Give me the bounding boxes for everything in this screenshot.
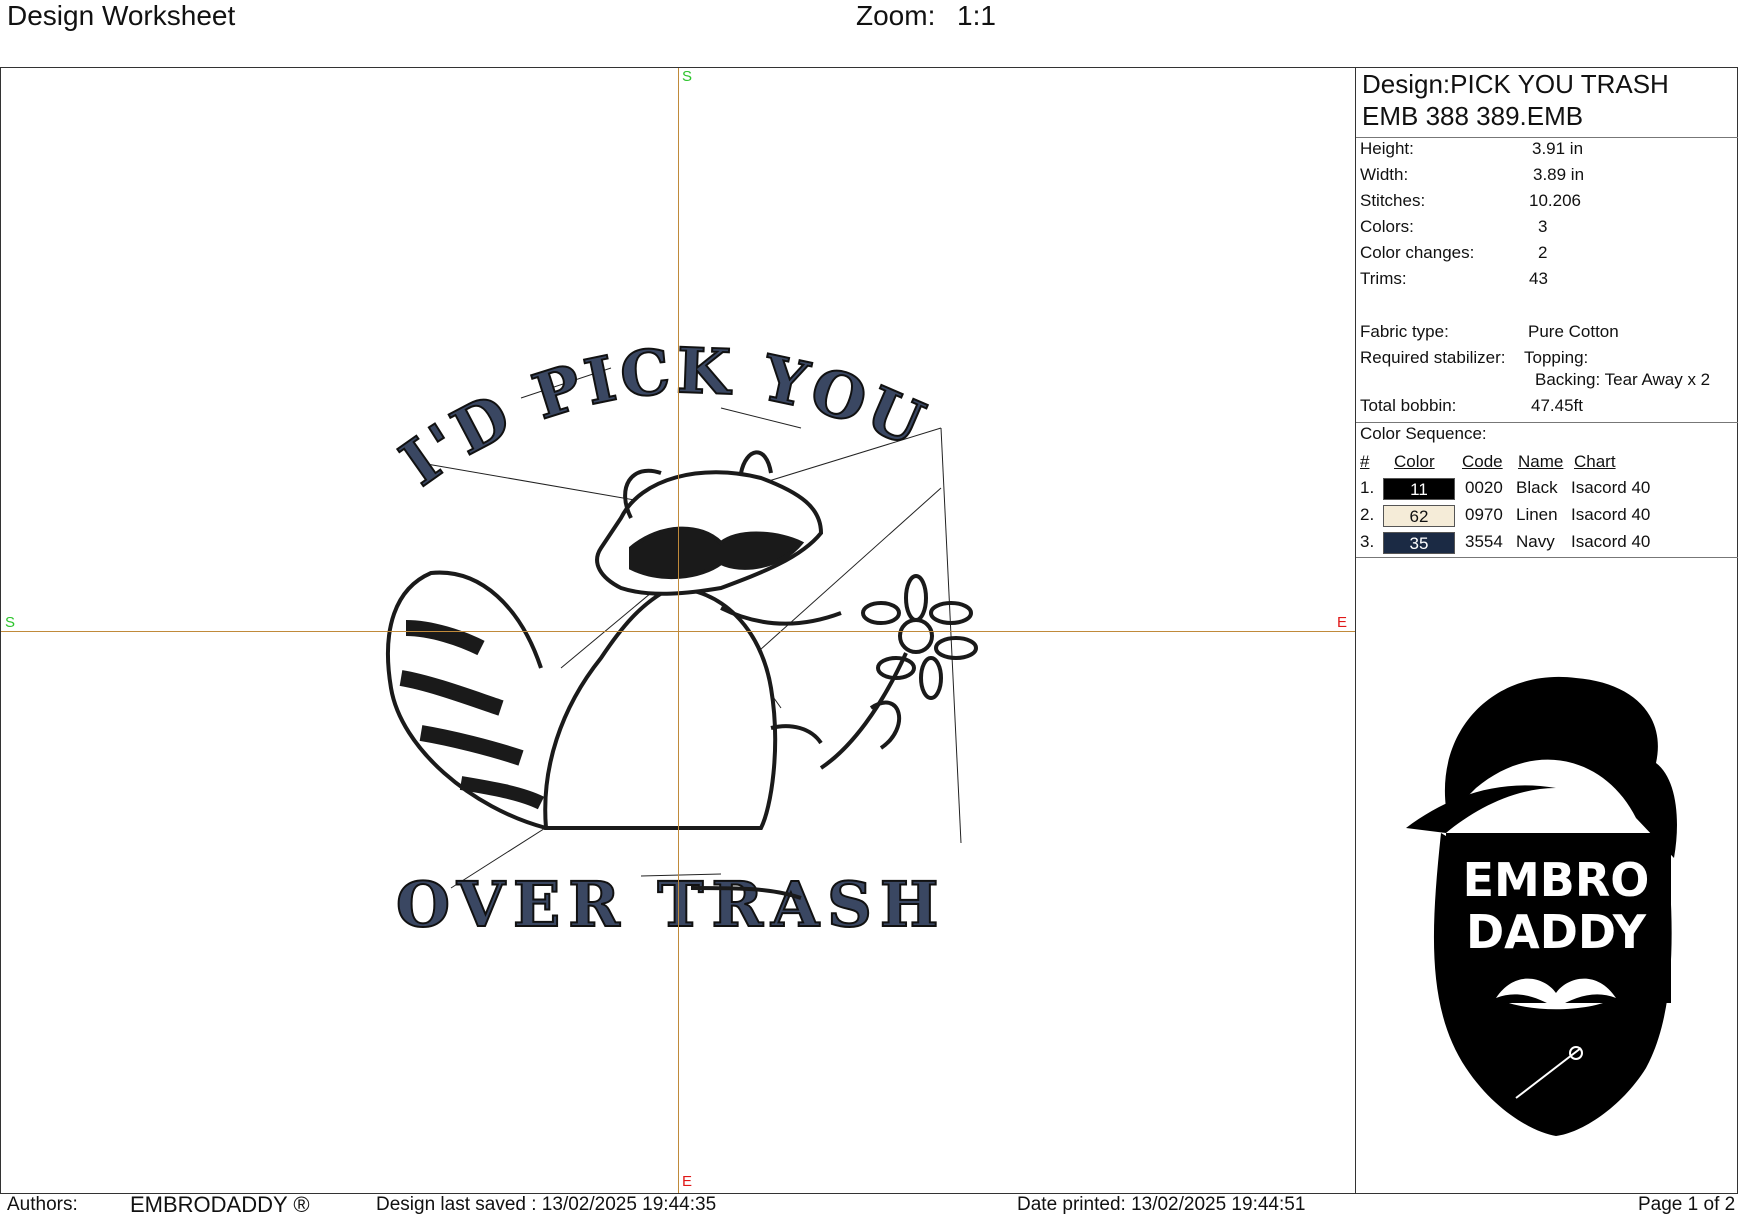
stabilizer-label: Required stabilizer: — [1360, 348, 1506, 367]
color-swatch-linen[interactable]: 62 — [1383, 505, 1455, 527]
color-sequence-title: Color Sequence: — [1360, 424, 1487, 443]
sequence-code: 0020 — [1465, 478, 1503, 497]
raccoon-illustration — [386, 450, 978, 900]
design-info-panel: Design:PICK YOU TRASH EMB 388 389.EMB He… — [1356, 68, 1738, 1193]
spec-value-height: 3.91 in — [1532, 139, 1584, 158]
design-text-top: I'D PICK YOU — [388, 334, 938, 500]
spec-label: Width: — [1360, 165, 1409, 184]
axis-left-marker: S — [5, 614, 16, 631]
fabric-label: Fabric type: — [1360, 322, 1449, 341]
vertical-axis — [678, 68, 679, 1193]
sequence-code: 3554 — [1465, 532, 1503, 551]
logo-text-line2: DADDY — [1466, 905, 1647, 959]
embroidery-design-preview: I'D PICK YOU OVER TRASH — [1, 68, 1355, 1193]
logo-text-line1: EMBRO — [1463, 853, 1650, 907]
worksheet-title: Design Worksheet — [7, 0, 236, 31]
sequence-name: Black — [1516, 478, 1558, 497]
design-canvas[interactable]: I'D PICK YOU OVER TRASH S S E E — [1, 68, 1356, 1193]
embrodaddy-logo: EMBRO DADDY — [1406, 676, 1677, 1136]
sequence-chart: Isacord 40 — [1571, 505, 1651, 524]
stabilizer-topping: Topping: — [1524, 348, 1589, 367]
stabilizer-backing: Backing: Tear Away x 2 — [1535, 370, 1711, 389]
axis-bottom-marker: E — [682, 1173, 693, 1190]
sequence-chart: Isacord 40 — [1571, 532, 1651, 551]
horizontal-axis — [1, 631, 1355, 632]
color-swatch-black[interactable]: 11 — [1383, 478, 1455, 500]
sequence-chart: Isacord 40 — [1571, 478, 1651, 497]
design-text-bottom: OVER TRASH — [396, 868, 947, 941]
sequence-code: 0970 — [1465, 505, 1503, 524]
panel-divider — [1356, 422, 1738, 423]
bobbin-label: Total bobbin: — [1360, 396, 1457, 415]
spec-label: Trims: — [1360, 269, 1407, 288]
spec-value-trims: 43 — [1529, 269, 1548, 288]
date-printed: Date printed: 13/02/2025 19:44:51 — [1017, 1194, 1306, 1215]
color-swatch-navy[interactable]: 35 — [1383, 532, 1455, 554]
authors-value: EMBRODADDY ® — [130, 1192, 310, 1217]
sequence-header-color: Color — [1394, 452, 1435, 471]
design-file-name: EMB 388 389.EMB — [1362, 101, 1584, 131]
sequence-num: 2. — [1360, 505, 1375, 524]
spec-label: Height: — [1360, 139, 1414, 158]
sequence-header-name: Name — [1518, 452, 1564, 471]
sequence-num: 1. — [1360, 478, 1375, 497]
sequence-name: Linen — [1516, 505, 1558, 524]
sequence-header-code: Code — [1462, 452, 1503, 471]
sequence-header-chart: Chart — [1574, 452, 1616, 471]
zoom-label: Zoom: — [856, 0, 936, 31]
bobbin-value: 47.45ft — [1531, 396, 1583, 415]
spec-label: Stitches: — [1360, 191, 1426, 210]
spec-value-stitches: 10.206 — [1529, 191, 1581, 210]
sequence-num: 3. — [1360, 532, 1375, 551]
spec-value-width: 3.89 in — [1533, 165, 1585, 184]
spec-value-colors: 3 — [1538, 217, 1548, 236]
panel-divider — [1356, 137, 1738, 138]
spec-label: Colors: — [1360, 217, 1414, 236]
panel-divider — [1356, 557, 1738, 558]
spec-label: Color changes: — [1360, 243, 1475, 262]
zoom-value[interactable]: 1:1 — [957, 0, 996, 32]
design-last-saved: Design last saved : 13/02/2025 19:44:35 — [376, 1194, 717, 1215]
authors-label: Authors: — [7, 1194, 78, 1215]
sequence-name: Navy — [1516, 532, 1555, 551]
fabric-value: Pure Cotton — [1528, 322, 1619, 341]
axis-right-marker: E — [1337, 614, 1348, 631]
spec-value-color-changes: 2 — [1538, 243, 1548, 262]
sequence-header-num: # — [1360, 452, 1370, 471]
page-indicator: Page 1 of 2 — [1638, 1194, 1736, 1215]
axis-top-marker: S — [682, 68, 693, 85]
design-name: Design:PICK YOU TRASH — [1362, 69, 1669, 99]
